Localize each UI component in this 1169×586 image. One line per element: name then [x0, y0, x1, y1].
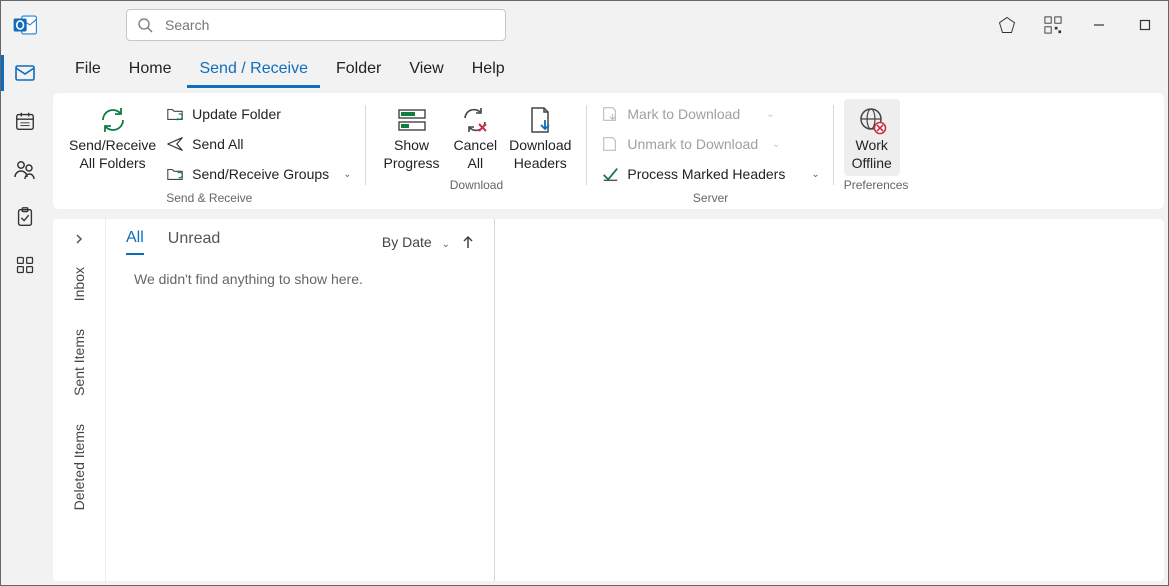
update-folder-button[interactable]: Update Folder — [162, 99, 355, 129]
search-placeholder: Search — [165, 17, 209, 33]
sort-by-date[interactable]: By Date ⌄ — [382, 234, 450, 250]
tab-help[interactable]: Help — [460, 54, 517, 88]
outlook-logo-icon — [1, 12, 49, 38]
send-icon — [166, 135, 184, 153]
nav-mail[interactable] — [1, 49, 49, 97]
nav-calendar[interactable] — [1, 97, 49, 145]
title-bar: Search — [1, 1, 1168, 49]
people-icon — [13, 157, 37, 181]
tab-file[interactable]: File — [63, 54, 113, 88]
tab-send-receive[interactable]: Send / Receive — [187, 54, 320, 88]
chevron-right-icon — [73, 233, 85, 245]
download-headers-icon — [525, 105, 555, 135]
show-progress-button[interactable]: Show Progress — [376, 99, 448, 176]
sync-icon — [97, 104, 129, 136]
group-label: Download — [376, 178, 578, 192]
nav-people[interactable] — [1, 145, 49, 193]
folder-deleted-items[interactable]: Deleted Items — [71, 424, 87, 510]
search-icon — [137, 17, 153, 33]
filter-unread[interactable]: Unread — [168, 230, 220, 254]
title-controls — [984, 1, 1168, 49]
send-receive-groups-button[interactable]: Send/Receive Groups⌄ — [162, 159, 355, 189]
folder-sync-icon — [166, 105, 184, 123]
group-label: Server — [597, 191, 823, 205]
search-input[interactable]: Search — [126, 9, 506, 41]
send-receive-all-button[interactable]: Send/Receive All Folders — [63, 99, 162, 176]
mail-icon — [13, 61, 37, 85]
cancel-all-button[interactable]: Cancel All — [448, 99, 504, 176]
folder-sent-items[interactable]: Sent Items — [71, 329, 87, 396]
group-send-receive: Send/Receive All Folders Update Folder S… — [53, 97, 366, 209]
work-offline-button[interactable]: Work Offline — [844, 99, 900, 176]
group-label: Preferences — [844, 178, 909, 192]
cancel-sync-icon — [460, 105, 490, 135]
tab-view[interactable]: View — [397, 54, 455, 88]
nav-apps[interactable] — [1, 241, 49, 289]
apps-icon — [15, 255, 35, 275]
group-server: Mark to Download⌄ Unmark to Download⌄ Pr… — [587, 97, 833, 209]
group-preferences: Work Offline Preferences — [834, 97, 919, 209]
calendar-icon — [14, 110, 36, 132]
maximize-button[interactable] — [1122, 1, 1168, 49]
nav-tasks[interactable] — [1, 193, 49, 241]
group-download: Show Progress Cancel All Download Header… — [366, 97, 588, 209]
mark-download-icon — [601, 105, 619, 123]
process-marked-headers-button[interactable]: Process Marked Headers⌄ — [597, 159, 823, 189]
sort-direction-button[interactable] — [462, 235, 474, 249]
arrow-up-icon — [462, 235, 474, 249]
qr-icon[interactable] — [1030, 1, 1076, 49]
message-list-pane: All Unread By Date ⌄ We didn't find anyt… — [105, 219, 495, 581]
content-area: Inbox Sent Items Deleted Items All Unrea… — [53, 219, 1164, 581]
unmark-to-download-button: Unmark to Download⌄ — [597, 129, 823, 159]
group-label: Send & Receive — [63, 191, 356, 205]
unmark-download-icon — [601, 135, 619, 153]
reading-pane — [495, 219, 1164, 581]
send-all-button[interactable]: Send All — [162, 129, 355, 159]
globe-offline-icon — [857, 105, 887, 135]
clipboard-check-icon — [14, 206, 36, 228]
premium-icon[interactable] — [984, 1, 1030, 49]
menu-bar: File Home Send / Receive Folder View Hel… — [49, 49, 1168, 93]
filter-all[interactable]: All — [126, 229, 144, 255]
folder-groups-icon — [166, 165, 184, 183]
nav-rail — [1, 49, 49, 585]
mark-to-download-button: Mark to Download⌄ — [597, 99, 823, 129]
download-headers-button[interactable]: Download Headers — [503, 99, 577, 176]
ribbon: Send/Receive All Folders Update Folder S… — [53, 93, 1164, 209]
expand-folders-button[interactable] — [53, 225, 105, 253]
process-icon — [601, 165, 619, 183]
empty-message: We didn't find anything to show here. — [106, 259, 494, 299]
folder-inbox[interactable]: Inbox — [71, 267, 87, 301]
minimize-button[interactable] — [1076, 1, 1122, 49]
folder-bar: Inbox Sent Items Deleted Items — [53, 219, 105, 581]
progress-icon — [397, 107, 427, 133]
tab-home[interactable]: Home — [117, 54, 184, 88]
tab-folder[interactable]: Folder — [324, 54, 393, 88]
